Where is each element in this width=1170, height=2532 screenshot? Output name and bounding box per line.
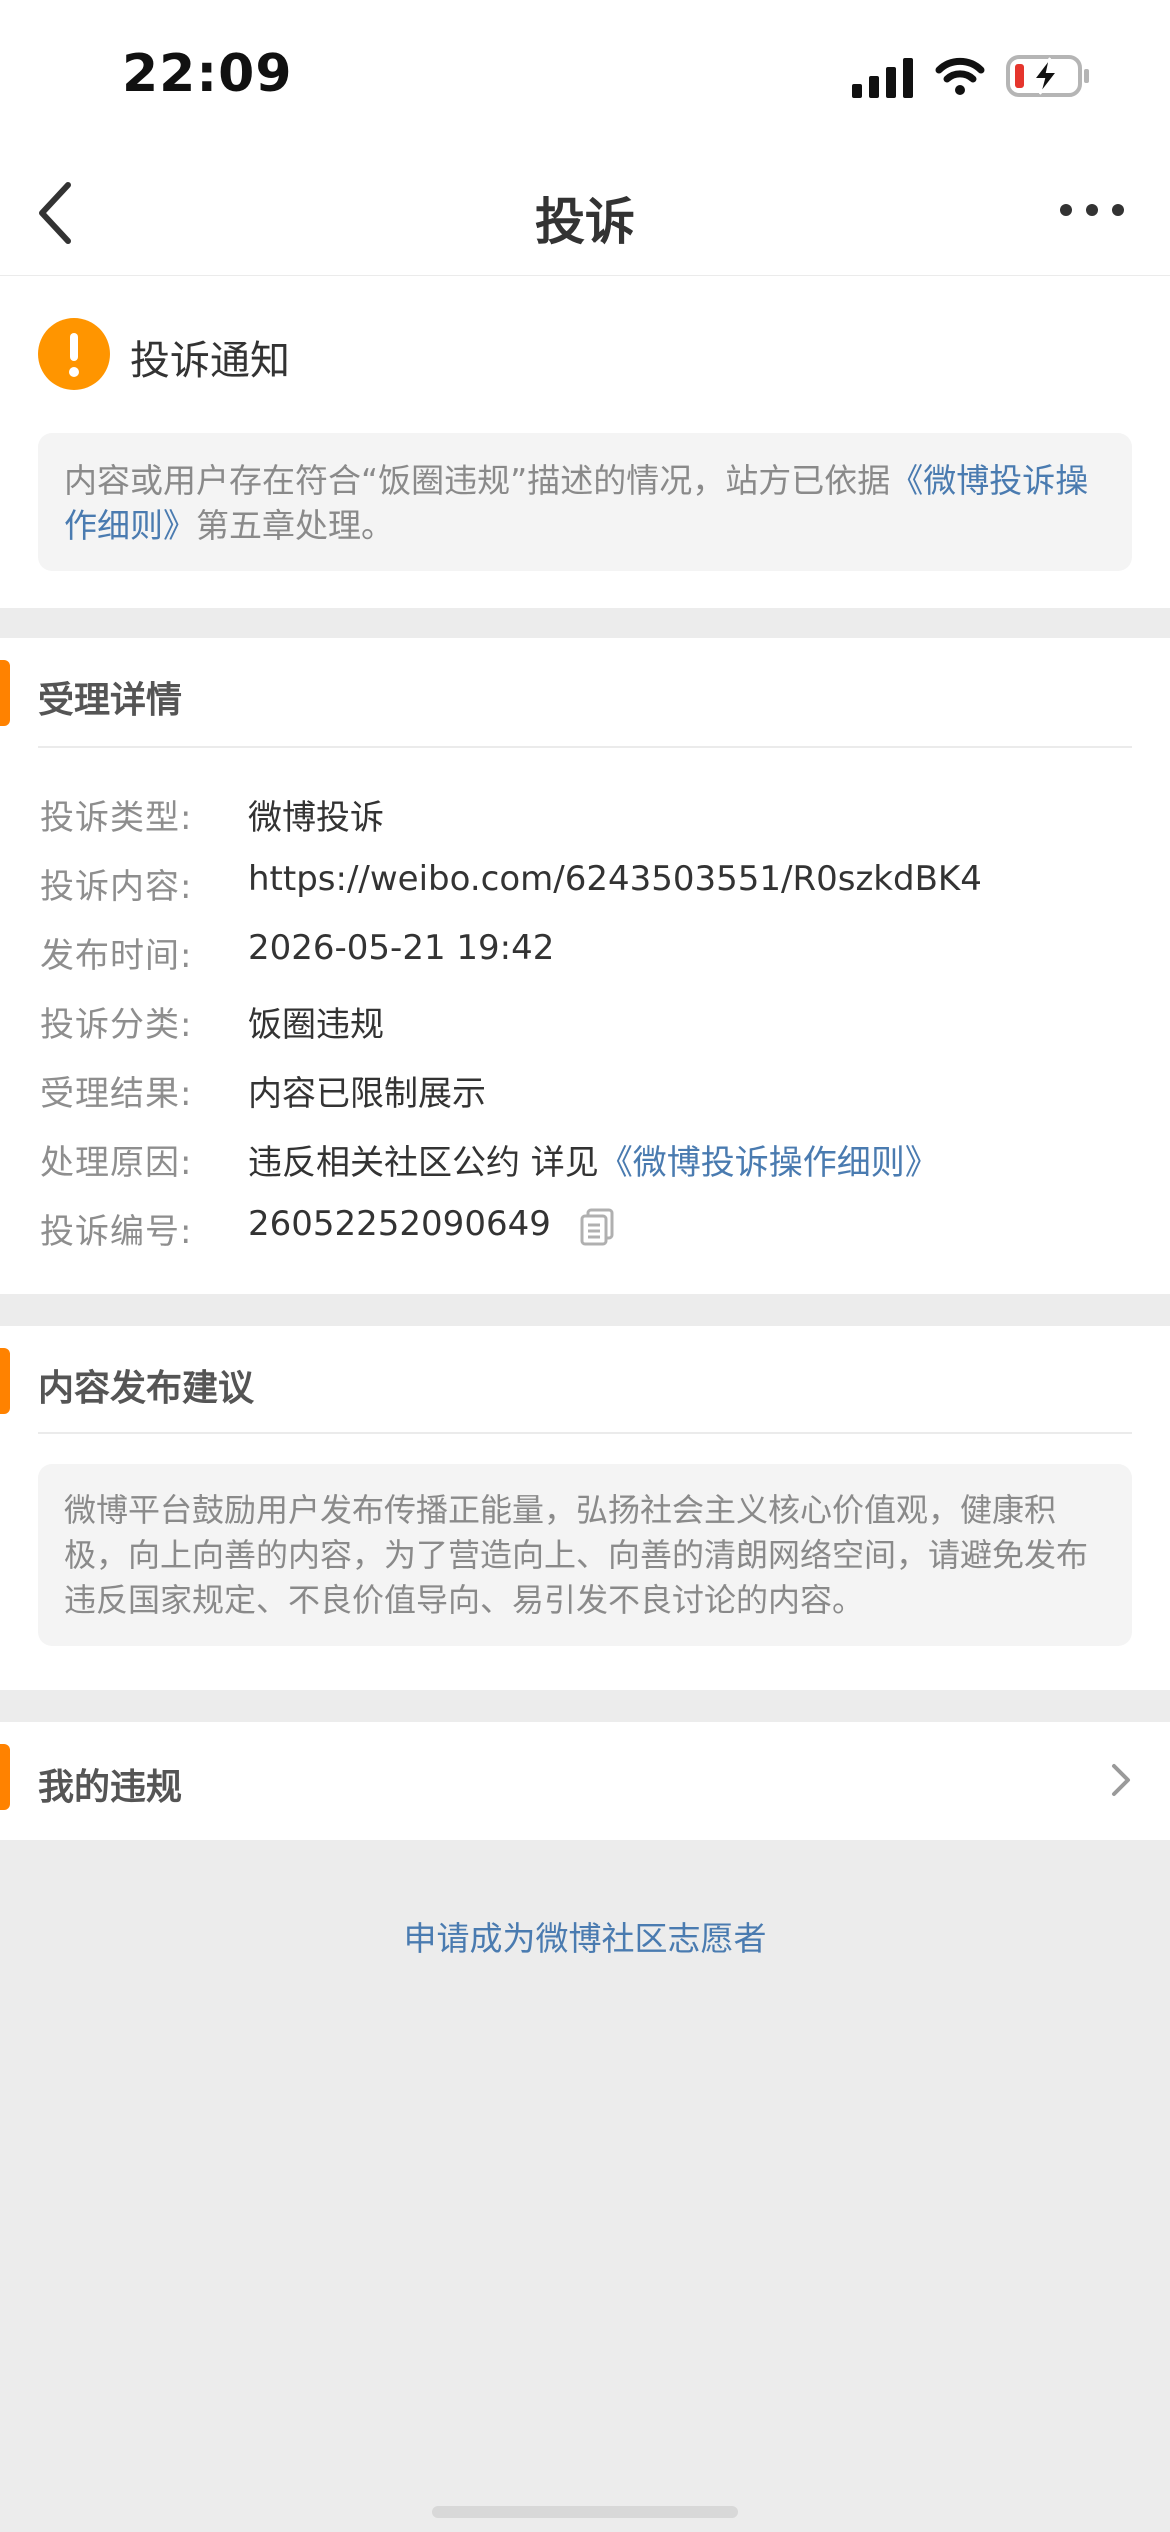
section-accent-bar (0, 1744, 10, 1810)
detail-label-reason: 处理原因: (40, 1143, 193, 1183)
warning-icon (38, 318, 110, 390)
copy-icon[interactable] (578, 1206, 618, 1246)
signal-icon (852, 58, 913, 98)
more-icon[interactable] (1058, 200, 1128, 220)
my-violations-row[interactable]: 我的违规 (0, 1722, 1170, 1840)
chevron-right-icon (1112, 1764, 1130, 1796)
nav-bar: 投诉 (0, 150, 1170, 277)
details-section: 受理详情 投诉类型: 微博投诉 投诉内容: https://weibo.com/… (0, 638, 1170, 1294)
detail-value-reason: 违反相关社区公约 详见《微博投诉操作细则》 (248, 1135, 939, 1184)
reason-rules-link[interactable]: 《微博投诉操作细则》 (599, 1143, 939, 1183)
notice-text-prefix: 内容或用户存在符合“饭圈违规”描述的情况，站方已依据 (64, 461, 891, 500)
divider (38, 746, 1132, 748)
divider (38, 1432, 1132, 1434)
detail-value-type: 微博投诉 (248, 798, 384, 838)
section-accent-bar (0, 660, 10, 726)
page-title: 投诉 (535, 193, 635, 251)
detail-value-category: 饭圈违规 (248, 1005, 384, 1045)
detail-value-time: 2026-05-21 19:42 (248, 928, 555, 968)
notice-section: 投诉通知 内容或用户存在符合“饭圈违规”描述的情况，站方已依据《微博投诉操作细则… (0, 276, 1170, 608)
volunteer-link[interactable]: 申请成为微博社区志愿者 (0, 1912, 1170, 1960)
detail-label-category: 投诉分类: (40, 1005, 193, 1045)
detail-label-number: 投诉编号: (40, 1212, 193, 1252)
reason-text: 违反相关社区公约 详见 (248, 1143, 599, 1183)
notice-title: 投诉通知 (130, 338, 290, 384)
status-time: 22:09 (122, 44, 293, 104)
detail-label-time: 发布时间: (40, 936, 193, 976)
my-violations-label: 我的违规 (38, 1767, 183, 1808)
detail-value-result: 内容已限制展示 (248, 1074, 486, 1114)
home-indicator (432, 2506, 738, 2518)
status-bar: 22:09 (0, 0, 1170, 150)
detail-value-number: 26052252090649 (248, 1204, 551, 1244)
detail-label-content: 投诉内容: (40, 867, 193, 907)
notice-text: 内容或用户存在符合“饭圈违规”描述的情况，站方已依据《微博投诉操作细则》第五章处… (64, 458, 1104, 548)
detail-value-content-link[interactable]: https://weibo.com/6243503551/R0szkdBK4 (248, 859, 982, 899)
wifi-icon (935, 57, 985, 95)
section-accent-bar (0, 1348, 10, 1414)
detail-label-type: 投诉类型: (40, 798, 193, 838)
advice-title: 内容发布建议 (38, 1368, 255, 1409)
notice-text-suffix: 第五章处理。 (196, 506, 394, 545)
battery-charging-icon (1006, 55, 1089, 97)
details-title: 受理详情 (38, 680, 183, 721)
advice-text: 微博平台鼓励用户发布传播正能量，弘扬社会主义核心价值观，健康积极，向上向善的内容… (64, 1491, 1089, 1619)
advice-section: 内容发布建议 微博平台鼓励用户发布传播正能量，弘扬社会主义核心价值观，健康积极，… (0, 1326, 1170, 1690)
detail-label-result: 受理结果: (40, 1074, 193, 1114)
